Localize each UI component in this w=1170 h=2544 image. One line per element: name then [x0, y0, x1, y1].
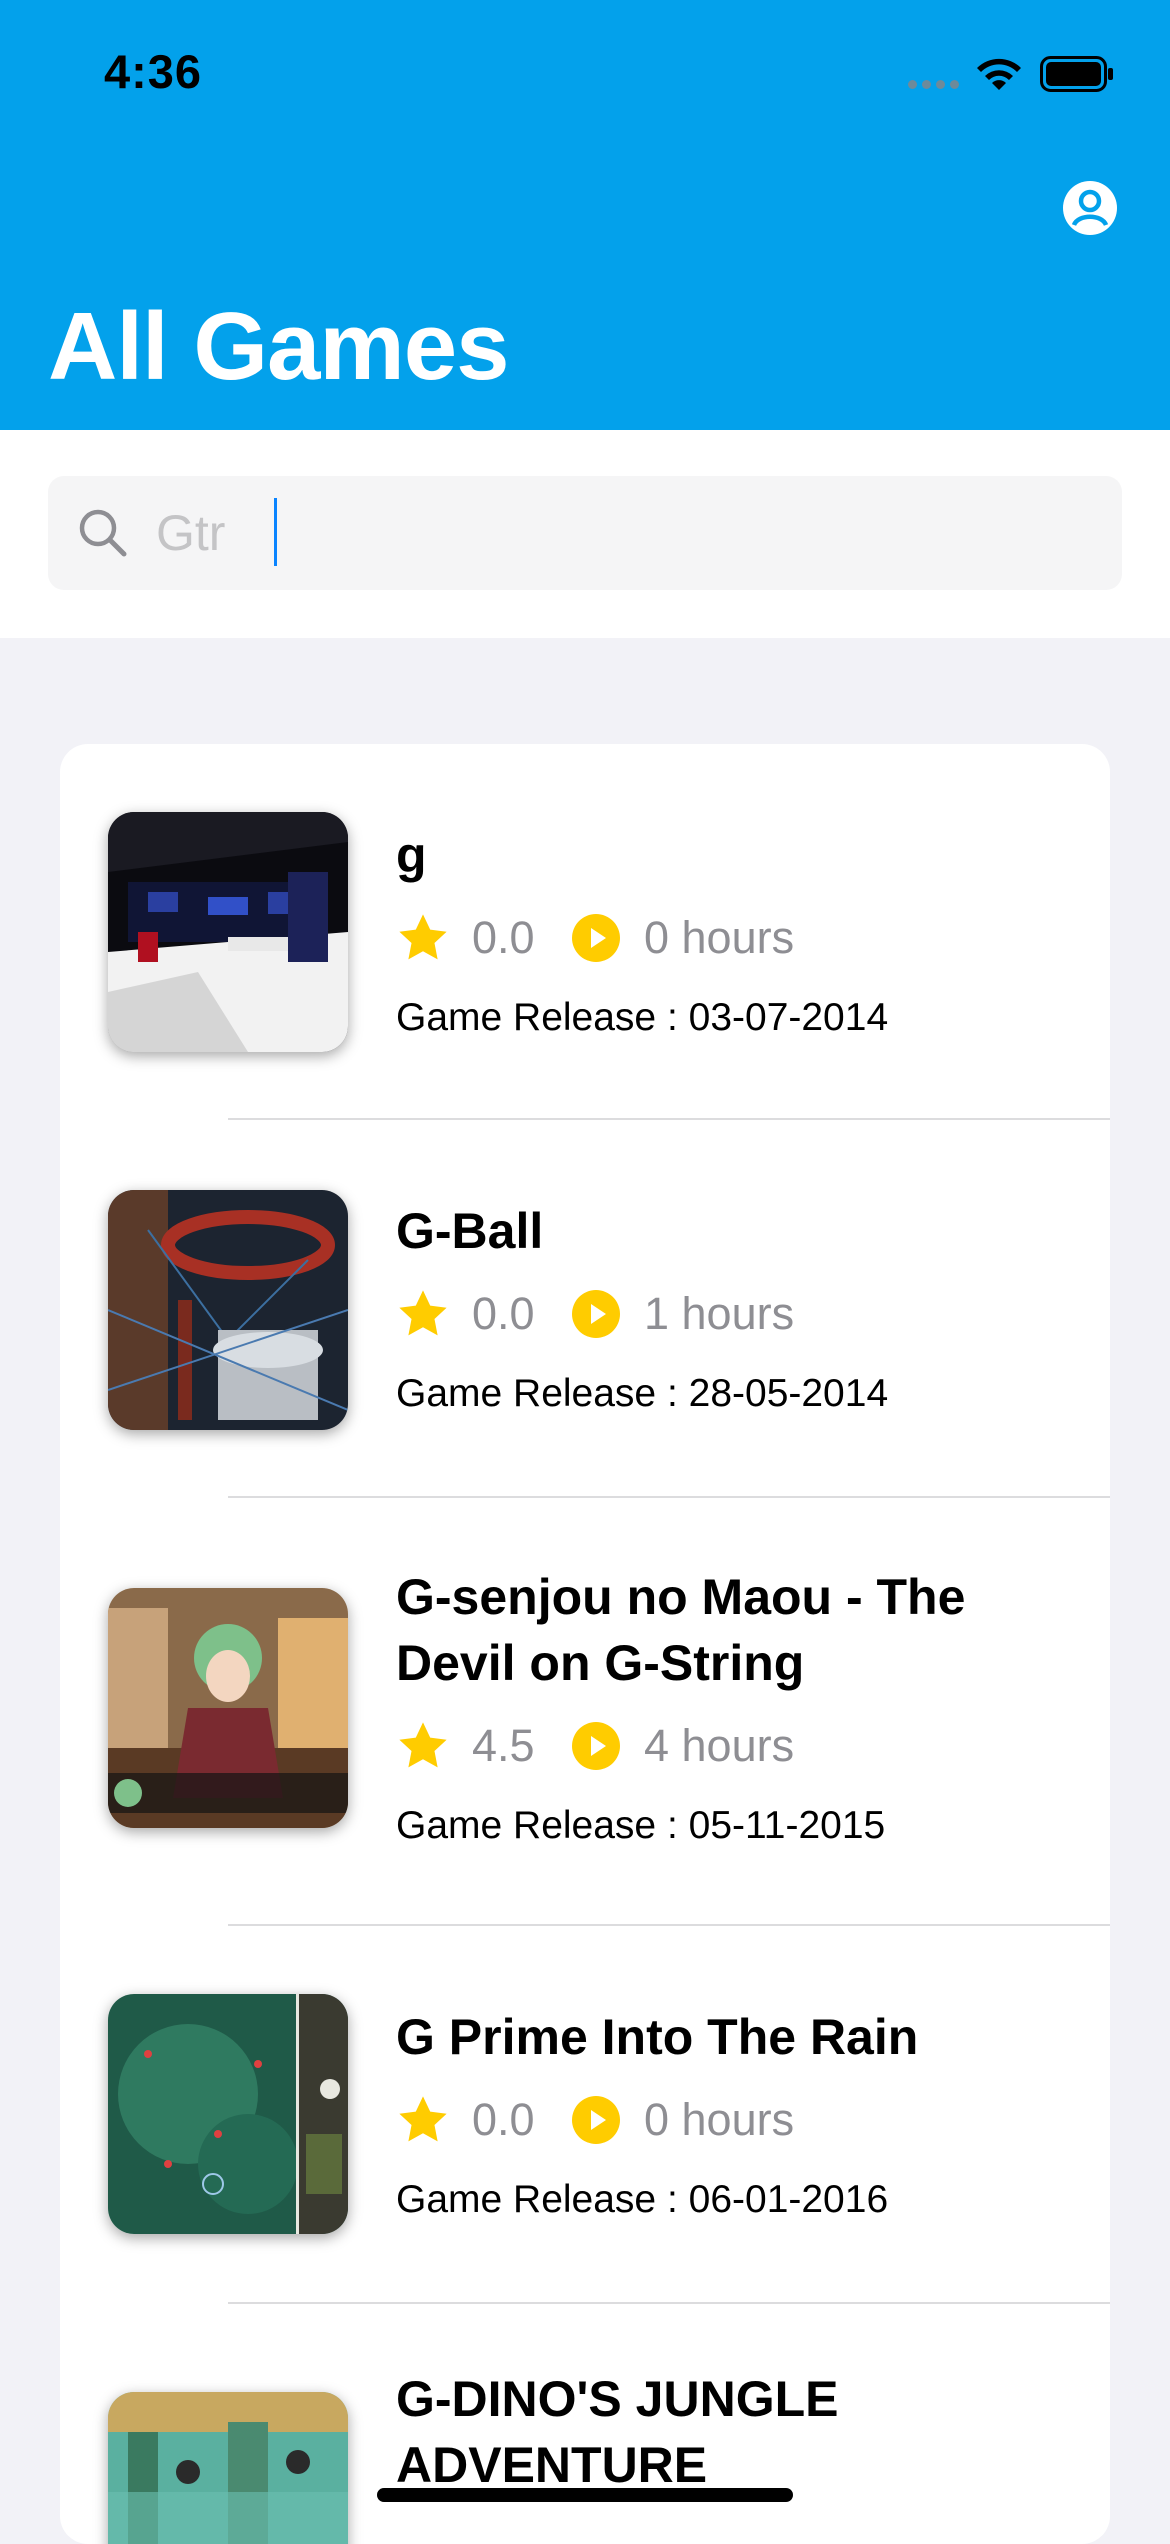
battery-icon [1040, 56, 1113, 92]
star-icon [399, 2096, 447, 2142]
game-release-date: Game Release : 05-11-2015 [396, 1804, 886, 1847]
page-title: All Games [48, 293, 510, 400]
play-circle-icon [572, 1290, 620, 1338]
star-icon [399, 1290, 447, 1336]
game-list-item[interactable]: G-DINO'S JUNGLE ADVENTURE [60, 2302, 1110, 2544]
play-circle-icon [572, 914, 620, 962]
game-list-item[interactable]: g 0.0 0 hours Game Release : 03-07-2014 [60, 744, 1110, 1120]
game-list-item[interactable]: G-senjou no Maou - The Devil on G-String… [60, 1498, 1110, 1926]
game-thumbnail [108, 2392, 348, 2544]
game-playtime: 0 hours [644, 2094, 795, 2145]
game-title: G-senjou no Maou - The Devil on G-String [396, 1569, 966, 1691]
star-icon [399, 1722, 447, 1768]
game-thumbnail [108, 1588, 348, 1828]
game-title: G-Ball [396, 1203, 544, 1259]
game-meta: 0.0 0 hours [396, 910, 794, 966]
game-meta: 0.0 1 hours [396, 1286, 794, 1342]
game-rating: 0.0 [472, 2094, 535, 2145]
game-rating: 0.0 [472, 912, 535, 963]
game-release-date: Game Release : 03-07-2014 [396, 996, 889, 1039]
game-meta: 4.5 4 hours [396, 1718, 794, 1774]
game-list-item[interactable]: G Prime Into The Rain 0.0 0 hours Game R… [60, 1926, 1110, 2304]
star-icon [399, 914, 447, 960]
game-title: g [396, 827, 427, 883]
game-rating: 4.5 [472, 1720, 535, 1771]
game-rating: 0.0 [472, 1288, 535, 1339]
game-release-date: Game Release : 28-05-2014 [396, 1372, 889, 1415]
wifi-icon [977, 58, 1021, 90]
game-list-item[interactable]: G-Ball 0.0 1 hours Game Release : 28-05-… [60, 1120, 1110, 1498]
game-playtime: 4 hours [644, 1720, 795, 1771]
game-thumbnail [108, 1190, 348, 1430]
profile-icon[interactable] [1062, 180, 1118, 236]
text-caret [274, 498, 277, 566]
search-icon [79, 509, 127, 557]
games-list: g 0.0 0 hours Game Release : 03-07-2014 [60, 744, 1110, 2544]
search-section [0, 430, 1170, 638]
app-header: 4:36 All Games [0, 0, 1170, 430]
status-time: 4:36 [104, 45, 203, 98]
play-circle-icon [572, 2096, 620, 2144]
game-title: G Prime Into The Rain [396, 2009, 919, 2065]
search-bar[interactable] [48, 476, 1122, 590]
search-input[interactable] [156, 498, 1056, 568]
game-thumbnail [108, 812, 348, 1052]
cellular-signal-icon [908, 80, 959, 89]
game-title: G-DINO'S JUNGLE ADVENTURE [396, 2371, 839, 2493]
home-indicator[interactable] [377, 2488, 793, 2502]
game-playtime: 0 hours [644, 912, 795, 963]
game-thumbnail [108, 1994, 348, 2234]
game-meta: 0.0 0 hours [396, 2092, 794, 2148]
game-release-date: Game Release : 06-01-2016 [396, 2178, 889, 2221]
game-playtime: 1 hours [644, 1288, 795, 1339]
play-circle-icon [572, 1722, 620, 1770]
